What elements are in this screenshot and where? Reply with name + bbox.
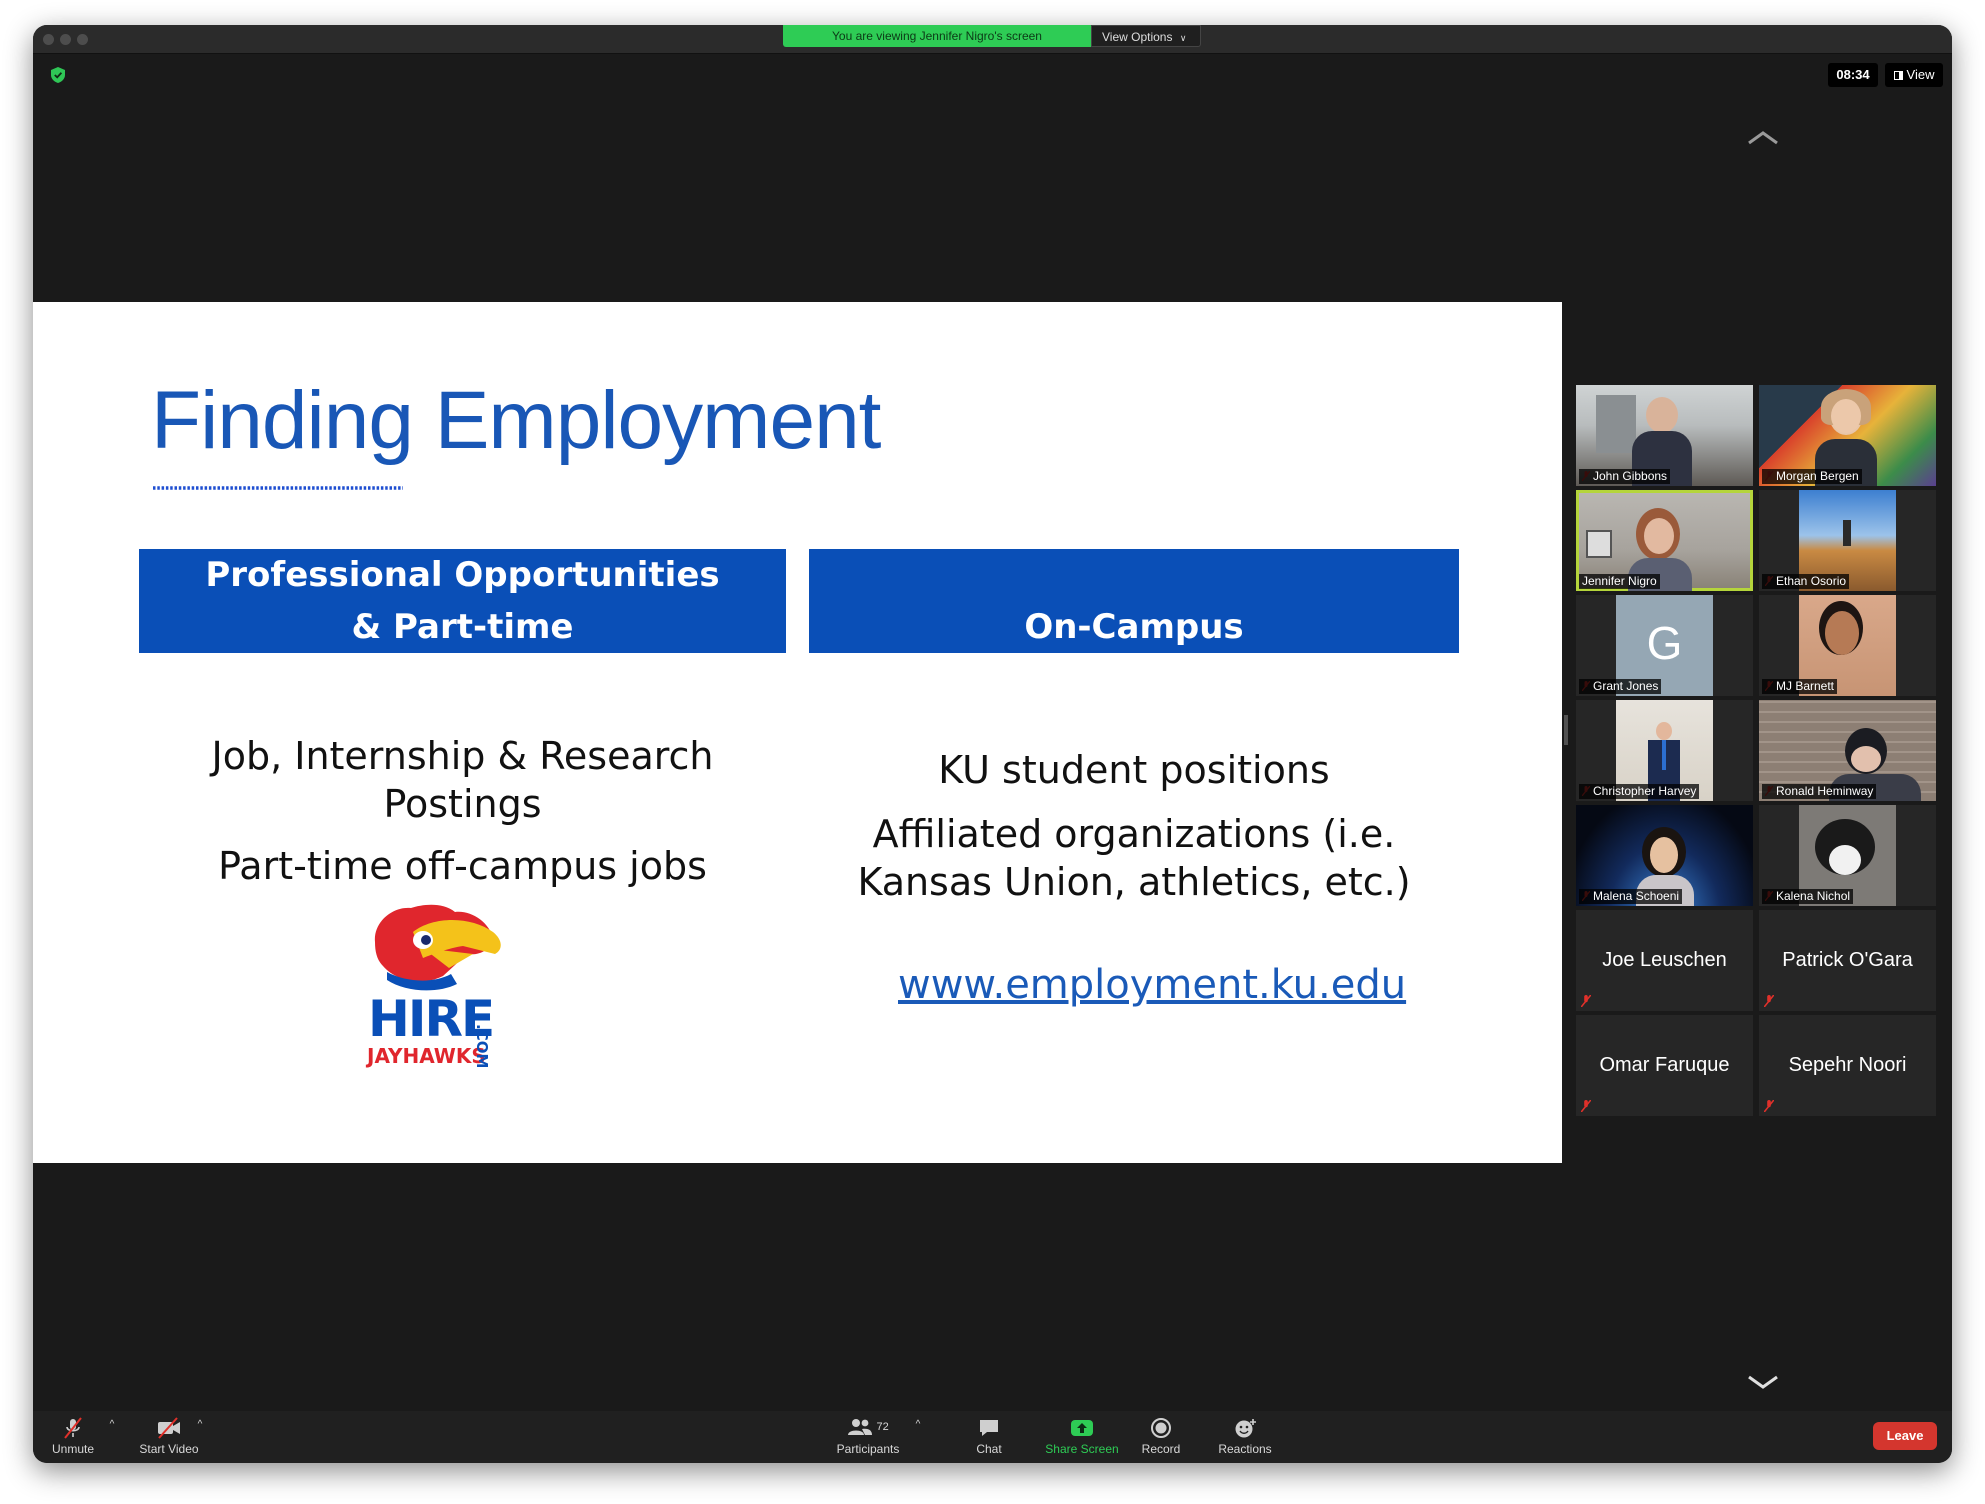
view-label: View [1906,67,1935,82]
participants-label: Participants [836,1442,900,1456]
gallery-scroll-up-icon[interactable] [1743,123,1783,153]
participant-tile-christopher-harvey[interactable]: Christopher Harvey [1576,700,1753,801]
slide-title: Finding Employment [151,375,881,466]
unmute-label: Unmute [51,1442,95,1456]
right-body-line2: Affiliated organizations (i.e. [872,812,1396,856]
screen-share-banner: You are viewing Jennifer Nigro's screen [783,25,1091,47]
participant-tile-john-gibbons[interactable]: John Gibbons [1576,385,1753,486]
smiley-plus-icon [1235,1419,1256,1438]
participant-name: Ronald Heminway [1762,784,1877,799]
employment-url-link[interactable]: www.employment.ku.edu [898,962,1406,1008]
left-header-line1: Professional Opportunities [205,555,720,595]
right-column-header: On-Campus [809,549,1459,653]
shared-slide: Finding Employment Professional Opportun… [33,302,1562,1163]
participant-tile-morgan-bergen[interactable]: Morgan Bergen [1759,385,1936,486]
share-screen-label: Share Screen [1045,1442,1119,1456]
chat-button[interactable]: Chat [959,1411,1019,1463]
participant-tile-malena-schoeni[interactable]: Malena Schoeni [1576,805,1753,906]
muted-mic-icon [1581,995,1591,1007]
caret-up-icon: ^ [109,1419,115,1430]
participant-tile-kalena-nichol[interactable]: Kalena Nichol [1759,805,1936,906]
reactions-label: Reactions [1218,1442,1272,1456]
participant-name: Sepehr Noori [1788,1054,1907,1076]
muted-mic-icon [1764,995,1774,1007]
title-bar: You are viewing Jennifer Nigro's screen … [33,25,1952,54]
participant-tile-grant-jones[interactable]: G Grant Jones [1576,595,1753,696]
participant-name: Kalena Nichol [1762,889,1854,904]
leave-meeting-button[interactable]: Leave [1873,1422,1937,1450]
chat-bubble-icon [980,1420,998,1436]
view-options-dropdown[interactable]: View Options ∨ [1091,25,1201,47]
muted-microphone-icon [64,1417,82,1439]
participants-options-button[interactable]: ^ [911,1411,925,1463]
logo-word-com: .COM [473,1024,491,1069]
meeting-timer: 08:34 [1828,63,1878,87]
participant-name: Omar Faruque [1599,1054,1730,1076]
caret-up-icon: ^ [197,1419,203,1430]
participant-tile-omar-faruque[interactable]: Omar Faruque [1576,1015,1753,1116]
left-column-body: Job, Internship & Research Postings Part… [139,732,786,890]
left-body-line3: Part-time off-campus jobs [218,844,707,888]
view-button[interactable]: View [1885,63,1943,87]
left-body-line1: Job, Internship & Research [211,734,714,778]
participant-tile-jennifer-nigro[interactable]: Jennifer Nigro [1576,490,1753,591]
right-column-body: KU student positions Affiliated organiza… [809,746,1459,906]
zoom-window-button[interactable] [77,34,88,45]
share-screen-button[interactable]: Share Screen [1037,1411,1127,1463]
participants-button[interactable]: 72 Participants [828,1411,908,1463]
share-screen-arrow-icon [1071,1420,1093,1436]
muted-mic-icon [1764,1100,1774,1112]
participant-tile-mj-barnett[interactable]: MJ Barnett [1759,595,1936,696]
participant-name: Patrick O'Gara [1782,949,1913,971]
participant-tile-ronald-heminway[interactable]: Ronald Heminway [1759,700,1936,801]
right-body-line1: KU student positions [938,748,1330,792]
video-camera-off-icon [158,1417,180,1439]
right-header-text: On-Campus [1024,607,1244,647]
participant-tile-sepehr-noori[interactable]: Sepehr Noori [1759,1015,1936,1116]
meeting-toolbar: Unmute ^ Start Video ^ 72 Participants ^… [33,1411,1952,1463]
record-label: Record [1141,1442,1181,1456]
security-shield-icon[interactable] [51,67,65,83]
participant-tile-patrick-ogara[interactable]: Patrick O'Gara [1759,910,1936,1011]
reactions-button[interactable]: Reactions [1205,1411,1285,1463]
participant-name: Christopher Harvey [1579,784,1700,799]
zoom-window: You are viewing Jennifer Nigro's screen … [33,25,1952,1463]
chevron-down-icon: ∨ [1179,33,1187,43]
close-window-button[interactable] [43,34,54,45]
participant-name: Ethan Osorio [1762,574,1850,589]
left-body-line2: Postings [383,782,542,826]
caret-up-icon: ^ [915,1419,921,1430]
left-header-line2: & Part-time [351,607,574,647]
minimize-window-button[interactable] [60,34,71,45]
participant-name: Morgan Bergen [1762,469,1862,484]
participants-count: 72 [876,1421,889,1433]
grid-icon [1893,71,1903,80]
left-column-header: Professional Opportunities & Part-time [139,549,786,653]
video-options-button[interactable]: ^ [193,1411,207,1463]
participants-icon [848,1419,873,1435]
participant-name: John Gibbons [1579,469,1671,484]
record-icon [1151,1418,1171,1438]
spellcheck-underline [153,486,403,490]
audio-options-button[interactable]: ^ [105,1411,119,1463]
participant-name: Malena Schoeni [1579,889,1683,904]
record-button[interactable]: Record [1131,1411,1191,1463]
logo-word-jayhawks: JAYHAWKS [367,1044,486,1068]
hire-jayhawks-logo: HIRE JAYHAWKS .COM [353,902,533,1072]
participant-tile-ethan-osorio[interactable]: Ethan Osorio [1759,490,1936,591]
right-body-line3: Kansas Union, athletics, etc.) [857,860,1411,904]
participant-name: Jennifer Nigro [1579,574,1660,589]
participant-tile-joe-leuschen[interactable]: Joe Leuschen [1576,910,1753,1011]
unmute-button[interactable]: Unmute [43,1411,103,1463]
participant-name: Grant Jones [1579,679,1662,694]
gallery-scroll-down-icon[interactable] [1743,1367,1783,1397]
muted-mic-icon [1581,1100,1591,1112]
participant-name: MJ Barnett [1762,679,1838,694]
participant-name: Joe Leuschen [1602,949,1727,971]
panel-resize-handle[interactable] [1564,715,1568,745]
view-options-label: View Options [1102,30,1173,44]
chat-label: Chat [976,1442,1002,1456]
